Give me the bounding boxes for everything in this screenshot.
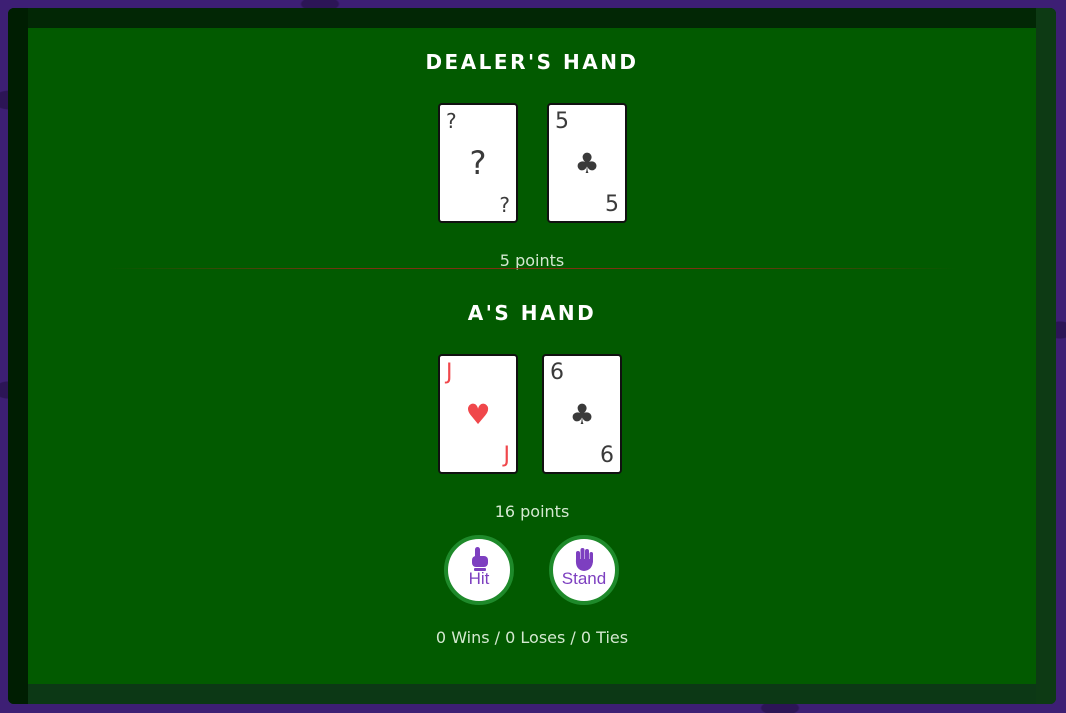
table-rail-left: [8, 8, 28, 704]
hit-button[interactable]: Hit: [444, 535, 514, 605]
card-rank-bottom: ?: [499, 193, 510, 217]
card-rank-bottom: 5: [605, 192, 619, 217]
player-points: 16 points: [494, 502, 570, 521]
player-card-j-hearts: J ♥ J: [438, 354, 518, 474]
table-rail-top: [8, 8, 1056, 28]
stand-button-label: Stand: [561, 569, 607, 588]
section-divider: [108, 268, 956, 269]
card-rank-bottom: J: [503, 443, 511, 468]
card-rank-bottom: 6: [600, 443, 614, 468]
dealer-hand-title: DEALER'S HAND: [425, 50, 639, 74]
player-card-6-clubs: 6 ♣ 6: [542, 354, 622, 474]
game-table: DEALER'S HAND ? ? ? 5 ♣ 5 5 points A'S H…: [8, 8, 1056, 704]
table-rail-right: [1036, 8, 1056, 704]
table-rail-bottom: [8, 684, 1056, 704]
hit-button-label: Hit: [468, 569, 490, 588]
table-felt: DEALER'S HAND ? ? ? 5 ♣ 5 5 points A'S H…: [28, 28, 1036, 684]
dealer-card-5-clubs: 5 ♣ 5: [547, 103, 627, 223]
player-hand-title: A'S HAND: [467, 301, 597, 325]
dealer-card-hidden: ? ? ?: [438, 103, 518, 223]
score-summary: 0 Wins / 0 Loses / 0 Ties: [435, 628, 629, 647]
stand-button[interactable]: Stand: [549, 535, 619, 605]
